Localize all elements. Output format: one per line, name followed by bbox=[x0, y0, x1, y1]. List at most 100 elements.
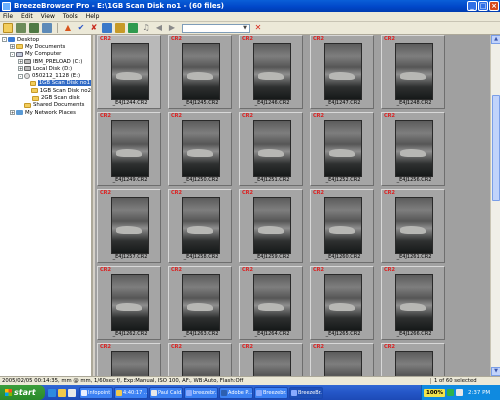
tree-item[interactable]: + Local Disk (D:) bbox=[0, 65, 91, 72]
image-icon[interactable] bbox=[102, 23, 112, 33]
thumbnail-cell[interactable]: CR2 bbox=[239, 343, 303, 376]
tree-item[interactable]: 1GB Scan Disk no2 bbox=[0, 87, 91, 94]
thumbnail-cell[interactable]: CR2 bbox=[381, 343, 445, 376]
tree-item[interactable]: + IBM_PRELOAD (C:) bbox=[0, 58, 91, 65]
music-icon[interactable]: ♫ bbox=[141, 23, 151, 33]
open-folder-icon[interactable] bbox=[3, 23, 13, 33]
tree-item[interactable]: 1GB Scan Disk no1 bbox=[0, 80, 91, 87]
close-button[interactable]: × bbox=[489, 1, 499, 11]
taskbar-button[interactable]: Breezebr... bbox=[254, 386, 288, 399]
network-icon[interactable] bbox=[447, 389, 454, 396]
thumbnail-cell[interactable]: CR2 _E4J1246.CR2 bbox=[239, 35, 303, 109]
media-icon[interactable] bbox=[68, 388, 76, 397]
taskbar-button[interactable]: BreezeBr... bbox=[289, 386, 323, 399]
chevron-down-icon[interactable]: ▼ bbox=[241, 25, 249, 32]
menu-file[interactable]: File bbox=[3, 13, 13, 20]
photo-thumbnail[interactable] bbox=[182, 43, 220, 100]
check-icon[interactable]: ✔ bbox=[76, 23, 86, 33]
thumbnail-cell[interactable]: CR2 _E4J1250.CR2 bbox=[168, 112, 232, 186]
photo-thumbnail[interactable] bbox=[253, 197, 291, 254]
photo-thumbnail[interactable] bbox=[324, 120, 362, 177]
thumbnail-cell[interactable]: CR2 _E4J1263.CR2 bbox=[168, 266, 232, 340]
mail-icon[interactable] bbox=[58, 388, 66, 397]
thumbnail-cell[interactable]: CR2 _E4J1252.CR2 bbox=[310, 112, 374, 186]
rotate-icon[interactable]: ▲ bbox=[63, 23, 73, 33]
photo-thumbnail[interactable] bbox=[182, 351, 220, 376]
photo-thumbnail[interactable] bbox=[395, 351, 433, 376]
photo-thumbnail[interactable] bbox=[111, 274, 149, 331]
taskbar-button[interactable]: Paul Cald... bbox=[149, 386, 183, 399]
vertical-scrollbar[interactable]: ▲ ▼ bbox=[490, 35, 500, 376]
tree-item[interactable]: Shared Documents bbox=[0, 102, 91, 109]
taskbar-button[interactable]: Infopoint ... bbox=[79, 386, 113, 399]
slideshow-icon[interactable] bbox=[115, 23, 125, 33]
thumbnails-icon[interactable] bbox=[16, 23, 26, 33]
tree-item[interactable]: - 050212_1128 (E:) bbox=[0, 72, 91, 80]
collapse-icon[interactable]: - bbox=[18, 73, 23, 79]
taskbar-button[interactable]: 4:40:17 ... bbox=[114, 386, 148, 399]
thumbnail-cell[interactable]: CR2 bbox=[168, 343, 232, 376]
maximize-button[interactable]: □ bbox=[478, 1, 488, 11]
thumbnail-cell[interactable]: CR2 _E4J1245.CR2 bbox=[168, 35, 232, 109]
photo-thumbnail[interactable] bbox=[182, 197, 220, 254]
web-icon[interactable] bbox=[128, 23, 138, 33]
delete-icon[interactable]: ✕ bbox=[253, 23, 263, 33]
thumbnail-cell[interactable]: CR2 _E4J1249.CR2 bbox=[97, 112, 161, 186]
thumbnail-cell[interactable]: CR2 _E4J1266.CR2 bbox=[381, 266, 445, 340]
check-x-icon[interactable]: ✘ bbox=[89, 23, 99, 33]
collapse-icon[interactable]: - bbox=[2, 37, 7, 43]
scroll-down-icon[interactable]: ▼ bbox=[491, 367, 500, 376]
volume-icon[interactable] bbox=[456, 389, 463, 396]
thumbnail-cell[interactable]: CR2 _E4J1244.CR2 bbox=[97, 35, 161, 109]
taskbar-button[interactable]: Adobe P... bbox=[219, 386, 253, 399]
thumbnail-cell[interactable]: CR2 _E4J1256.CR2 bbox=[381, 112, 445, 186]
menu-help[interactable]: Help bbox=[86, 13, 100, 20]
thumbnail-cell[interactable]: CR2 _E4J1262.CR2 bbox=[97, 266, 161, 340]
photo-thumbnail[interactable] bbox=[395, 120, 433, 177]
photo-thumbnail[interactable] bbox=[111, 351, 149, 376]
filmstrip-icon[interactable] bbox=[42, 23, 52, 33]
expand-icon[interactable]: + bbox=[10, 44, 15, 50]
expand-icon[interactable]: + bbox=[10, 110, 15, 116]
minimize-button[interactable]: _ bbox=[467, 1, 477, 11]
thumbnail-cell[interactable]: CR2 _E4J1251.CR2 bbox=[239, 112, 303, 186]
menu-view[interactable]: View bbox=[41, 13, 55, 20]
scrollbar-thumb[interactable] bbox=[492, 95, 500, 201]
photo-thumbnail[interactable] bbox=[253, 120, 291, 177]
photo-thumbnail[interactable] bbox=[253, 351, 291, 376]
thumbnail-area[interactable]: CR2 _E4J1244.CR2 CR2 _E4J1245.CR2 CR2 _E4J124… bbox=[95, 35, 490, 376]
photo-thumbnail[interactable] bbox=[111, 197, 149, 254]
app-icon[interactable] bbox=[2, 1, 11, 11]
thumbnail-cell[interactable]: CR2 _E4J1248.CR2 bbox=[381, 35, 445, 109]
browser-icon[interactable] bbox=[48, 388, 56, 397]
grid-icon[interactable] bbox=[29, 23, 39, 33]
thumbnail-cell[interactable]: CR2 bbox=[97, 343, 161, 376]
tree-item[interactable]: - My Computer bbox=[0, 51, 91, 58]
forward-icon[interactable]: ▶ bbox=[167, 23, 177, 33]
tree-item[interactable]: 2GB Scan disk bbox=[0, 94, 91, 101]
scroll-up-icon[interactable]: ▲ bbox=[491, 35, 500, 44]
zoom-level[interactable]: 100% bbox=[424, 388, 445, 397]
thumbnail-cell[interactable]: CR2 _E4J1258.CR2 bbox=[168, 189, 232, 263]
thumbnail-cell[interactable]: CR2 _E4J1261.CR2 bbox=[381, 189, 445, 263]
thumbnail-cell[interactable]: CR2 bbox=[310, 343, 374, 376]
photo-thumbnail[interactable] bbox=[324, 274, 362, 331]
photo-thumbnail[interactable] bbox=[395, 197, 433, 254]
filter-dropdown[interactable]: ▼ bbox=[182, 23, 250, 33]
folder-tree[interactable]: - Desktop + My Documents - My Computer + IBM_PR… bbox=[0, 35, 93, 376]
expand-icon[interactable]: + bbox=[18, 66, 23, 72]
thumbnail-cell[interactable]: CR2 _E4J1260.CR2 bbox=[310, 189, 374, 263]
menu-tools[interactable]: Tools bbox=[63, 13, 78, 20]
thumbnail-cell[interactable]: CR2 _E4J1257.CR2 bbox=[97, 189, 161, 263]
expand-icon[interactable]: + bbox=[18, 59, 23, 65]
photo-thumbnail[interactable] bbox=[182, 120, 220, 177]
photo-thumbnail[interactable] bbox=[395, 274, 433, 331]
photo-thumbnail[interactable] bbox=[111, 120, 149, 177]
collapse-icon[interactable]: - bbox=[10, 51, 15, 57]
photo-thumbnail[interactable] bbox=[253, 274, 291, 331]
photo-thumbnail[interactable] bbox=[324, 351, 362, 376]
photo-thumbnail[interactable] bbox=[111, 43, 149, 100]
start-button[interactable]: start bbox=[0, 385, 45, 400]
tree-item[interactable]: + My Network Places bbox=[0, 109, 91, 116]
photo-thumbnail[interactable] bbox=[324, 197, 362, 254]
